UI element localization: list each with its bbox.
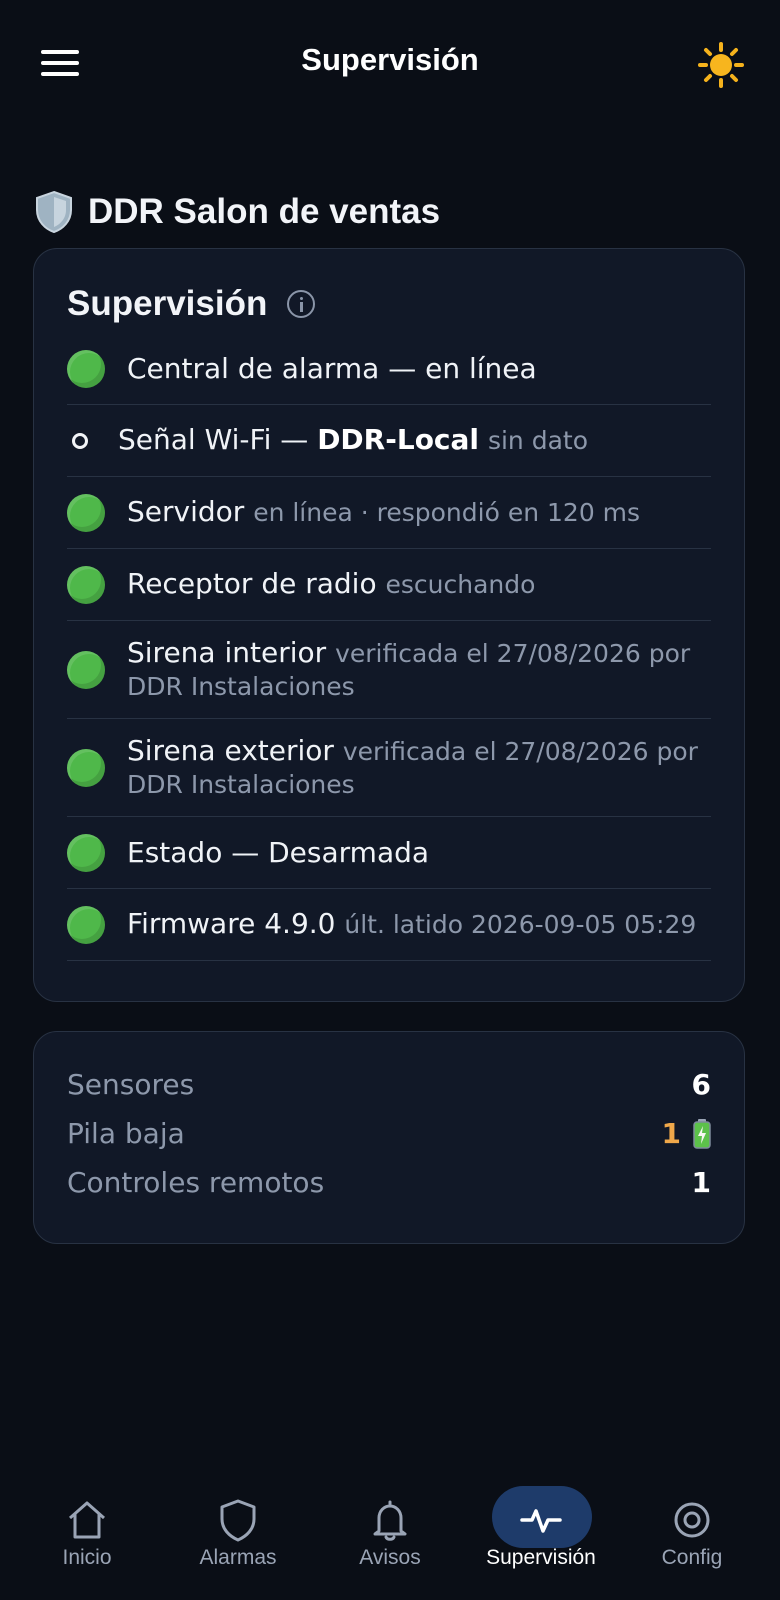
status-row-indoor-siren: Sirena interior verificada el 27/08/2026… bbox=[67, 621, 711, 719]
nav-alarmas[interactable]: Alarmas bbox=[163, 1470, 313, 1590]
status-ok-icon bbox=[67, 833, 105, 872]
status-ok-icon bbox=[67, 565, 105, 604]
status-row-radio: Receptor de radio escuchando bbox=[67, 549, 711, 621]
status-row-panel: Central de alarma — en línea bbox=[67, 333, 711, 405]
info-icon[interactable] bbox=[287, 290, 316, 318]
stat-low-battery: Pila baja 1 bbox=[67, 1109, 711, 1158]
shield-icon bbox=[220, 1499, 256, 1542]
page-title: Supervisión bbox=[301, 42, 479, 77]
stats-card: Sensores 6 Pila baja 1 Controles remotos… bbox=[33, 1031, 745, 1244]
status-ok-icon bbox=[67, 493, 105, 532]
status-row-wifi: Señal Wi-Fi — DDR-Local sin dato bbox=[67, 405, 711, 477]
sun-icon[interactable] bbox=[698, 42, 744, 88]
stat-sensors: Sensores 6 bbox=[67, 1068, 711, 1101]
nav-config[interactable]: Config bbox=[617, 1470, 767, 1590]
nav-inicio[interactable]: Inicio bbox=[12, 1470, 162, 1590]
pulse-icon bbox=[520, 1509, 562, 1533]
card-title: Supervisión bbox=[67, 284, 268, 323]
battery-icon bbox=[693, 1118, 711, 1149]
status-row-server: Servidor en línea · respondió en 120 ms bbox=[67, 477, 711, 549]
status-ok-icon bbox=[67, 349, 105, 388]
nav-supervision[interactable]: Supervisión bbox=[466, 1470, 616, 1590]
status-row-state: Estado — Desarmada bbox=[67, 817, 711, 889]
status-ok-icon bbox=[67, 650, 105, 689]
status-row-firmware: Firmware 4.9.0 últ. latido 2026-09-05 05… bbox=[67, 889, 711, 961]
status-row-outdoor-siren: Sirena exterior verificada el 27/08/2026… bbox=[67, 719, 711, 817]
shield-icon bbox=[36, 190, 72, 234]
bell-icon bbox=[373, 1500, 407, 1541]
supervision-card: Supervisión Central de alarma — en línea… bbox=[33, 248, 745, 1002]
top-bar: Supervisión bbox=[0, 0, 780, 126]
stat-remotes: Controles remotos 1 bbox=[67, 1166, 711, 1199]
status-unknown-icon bbox=[72, 432, 88, 449]
bottom-nav: Inicio Alarmas Avisos Supervisión Config bbox=[0, 1470, 780, 1600]
site-header: DDR Salon de ventas bbox=[34, 190, 440, 234]
status-ok-icon bbox=[67, 905, 105, 944]
home-icon bbox=[69, 1501, 105, 1539]
nav-avisos[interactable]: Avisos bbox=[315, 1470, 465, 1590]
target-icon bbox=[674, 1502, 710, 1538]
site-name: DDR Salon de ventas bbox=[88, 192, 441, 231]
status-ok-icon bbox=[67, 748, 105, 787]
